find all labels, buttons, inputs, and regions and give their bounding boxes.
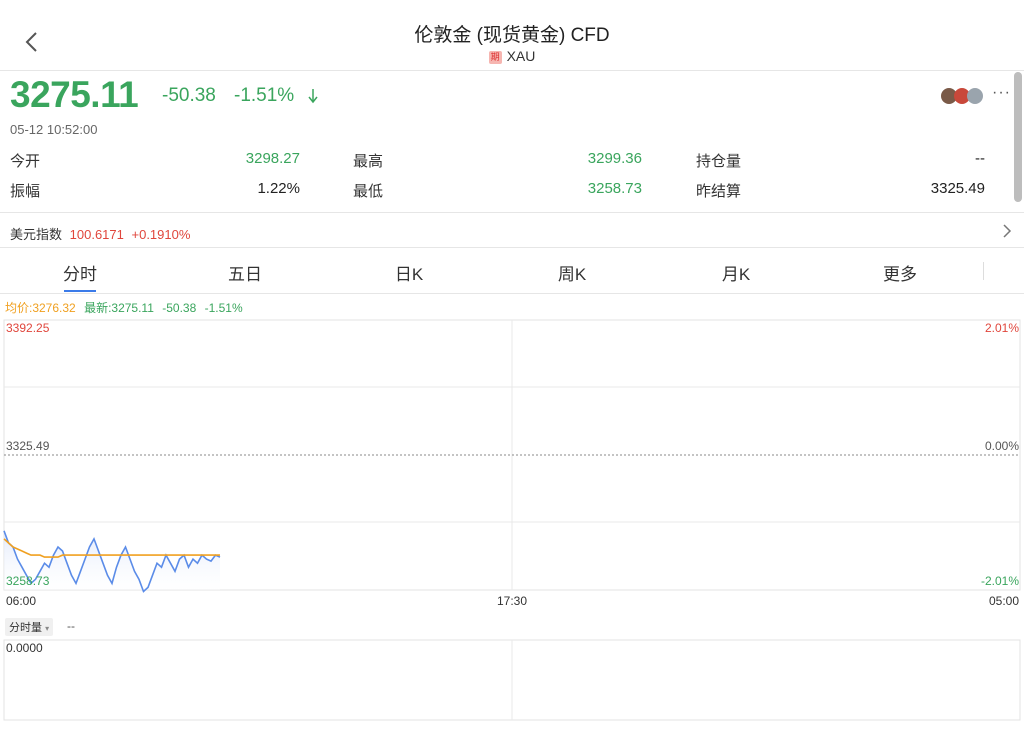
tab-monthly-k[interactable]: 月K [696,260,776,285]
dollar-index-row[interactable]: 美元指数 100.6171 +0.1910% [10,224,190,243]
chart-stats-row: 均价:3276.32 最新:3275.11 -50.38 -1.51% [5,299,243,316]
stat-value-prev-settle: 3325.49 [930,180,985,197]
volume-selector-label: 分时量 [9,622,42,634]
stat-value-open-interest: -- [975,150,985,167]
tab-weekly-k[interactable]: 周K [532,260,612,285]
symbol-code: XAU [506,48,536,64]
latest-change: -50.38 [162,301,197,315]
stat-label-low: 最低 [353,183,384,200]
y-bottom-label: 3258.73 [6,574,50,588]
y-top-label: 3392.25 [6,321,50,335]
symbol-row: 期 XAU [0,48,1024,64]
caret-down-icon: ▾ [45,624,50,633]
pct-top-label: 2.01% [985,321,1019,335]
tab-five-day[interactable]: 五日 [205,260,285,285]
stat-value-open: 3298.27 [245,150,300,167]
tab-separator [983,262,984,280]
tab-intraday[interactable]: 分时 [40,260,120,285]
active-tab-indicator [64,290,96,292]
price-change-pct: -1.51% [234,85,295,106]
index-label: 美元指数 [10,227,63,242]
index-change: +0.1910% [131,227,191,242]
stat-value-high: 3299.36 [587,150,642,167]
chevron-right-icon[interactable] [1000,221,1014,241]
stat-label-high: 最高 [353,153,384,170]
latest-change-pct: -1.51% [204,301,243,315]
more-options-icon[interactable]: ··· [992,84,1011,102]
scrollbar[interactable] [1014,72,1022,202]
pct-mid-label: 0.00% [985,439,1019,453]
stat-label-open: 今开 [10,153,41,170]
volume-value: -- [67,619,75,633]
x-label-start: 06:00 [6,594,36,608]
tab-daily-k[interactable]: 日K [369,260,449,285]
stat-value-low: 3258.73 [587,180,642,197]
quote-time: 05-12 10:52:00 [10,122,98,137]
volume-chart[interactable]: 0.0000 [0,638,1024,722]
divider [0,212,1024,213]
avg-price: 均价:3276.32 [5,301,76,315]
header: 伦敦金 (现货黄金) CFD 期 XAU [0,0,1024,71]
index-value: 100.6171 [69,227,124,242]
volume-selector[interactable]: 分时量 ▾ [5,618,54,636]
y-mid-label: 3325.49 [6,439,50,453]
stat-label-prev-settle: 昨结算 [696,183,742,200]
latest-price: 最新:3275.11 [84,301,154,315]
tab-more[interactable]: 更多 [860,260,940,285]
pct-bottom-label: -2.01% [981,574,1019,588]
futures-badge: 期 [488,51,502,64]
stat-label-amplitude: 振幅 [10,183,41,200]
volume-scale-label: 0.0000 [6,641,43,655]
divider [0,293,1024,294]
down-arrow-icon [308,89,318,104]
price-change: -50.38 [162,85,216,106]
divider [0,247,1024,248]
x-label-mid: 17:30 [497,594,527,608]
stat-label-open-interest: 持仓量 [696,153,742,170]
x-label-end: 05:00 [989,594,1019,608]
last-price: 3275.11 [10,74,139,115]
intraday-chart[interactable]: 3392.25 3325.49 3258.73 2.01% 0.00% -2.0… [0,318,1024,618]
avg-series-line [3,538,220,558]
avatar-group-icon[interactable] [940,86,992,106]
page-title: 伦敦金 (现货黄金) CFD [414,25,610,46]
stat-value-amplitude: 1.22% [257,180,300,197]
